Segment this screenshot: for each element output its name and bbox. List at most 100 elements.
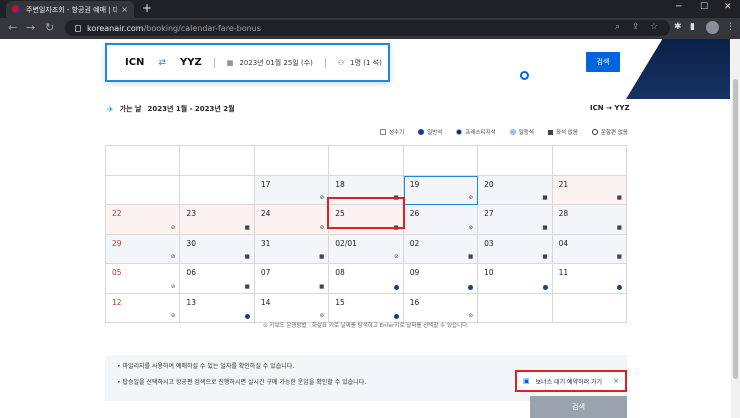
calendar-day-cell[interactable]: 14 ⊘ — [254, 293, 330, 323]
day-number: 03 — [484, 238, 494, 248]
close-icon[interactable]: × — [613, 377, 619, 385]
menu-kebab-icon[interactable]: ⋮ — [726, 22, 735, 32]
calendar-day-cell[interactable]: 09 — [403, 264, 479, 294]
page-scrollbar[interactable] — [731, 39, 740, 418]
no-flight-icon: ⊘ — [170, 313, 176, 319]
date-field[interactable]: ▦ 2023년 01월 25일 (수) — [227, 58, 313, 68]
legend-first: 일등석 — [509, 128, 534, 136]
day-number: 05 — [112, 268, 122, 277]
bottom-search-button[interactable]: 검색 — [530, 396, 627, 418]
calendar-day-cell[interactable]: 08 — [329, 264, 404, 294]
browser-tabbar: 주변일자조회 - 항공권 예매 | 대한 × + ─ ☐ ✕ — [0, 0, 740, 18]
calendar-day-cell[interactable]: 02 ■ — [403, 234, 479, 264]
calendar-day-cell[interactable]: 26 ⊘ — [403, 205, 479, 235]
reload-icon[interactable]: ↻ — [45, 21, 54, 34]
day-number: 12 — [112, 297, 122, 307]
window-close-button[interactable]: ✕ — [724, 2, 732, 12]
tab-close-icon[interactable]: × — [121, 5, 128, 14]
header-circle-icon — [520, 71, 529, 80]
no-seat-icon: ■ — [616, 195, 622, 201]
calendar-day-cell[interactable]: 17 ⊘ — [254, 175, 330, 205]
calendar-day-cell[interactable]: 23 ■ — [180, 205, 255, 235]
calendar-empty-cell — [106, 146, 181, 176]
window-minimize-button[interactable]: ─ — [676, 2, 681, 12]
calendar-day-cell[interactable]: 25 ■ — [329, 205, 404, 235]
peak-checkbox-icon[interactable] — [380, 129, 386, 135]
calendar-empty-cell — [552, 293, 627, 323]
person-icon: ⚇ — [337, 58, 345, 67]
back-icon[interactable]: ← — [8, 21, 17, 34]
forward-icon[interactable]: → — [26, 21, 35, 34]
new-tab-button[interactable]: + — [142, 1, 152, 15]
no-seat-icon: ■ — [319, 283, 325, 290]
window-maximize-button[interactable]: ☐ — [700, 2, 708, 12]
calendar-day-cell[interactable]: 11 — [552, 264, 627, 294]
calendar-day-cell[interactable]: 03 ■ — [478, 234, 553, 264]
calendar-day-cell[interactable]: 15 — [329, 293, 404, 323]
destination-airport[interactable]: YYZ — [180, 57, 202, 68]
calendar-empty-cell — [180, 146, 255, 176]
calendar-day-cell[interactable]: 27 ■ — [478, 205, 553, 235]
sidepanel-icon[interactable]: ▮ — [690, 22, 695, 32]
no-flight-icon — [591, 129, 598, 135]
passenger-field[interactable]: ⚇ 1명 (1 석) — [338, 58, 382, 68]
day-number: 27 — [484, 209, 494, 218]
browser-tab[interactable]: 주변일자조회 - 항공권 예매 | 대한 × — [6, 1, 134, 18]
extensions-icon[interactable]: ✱ — [674, 22, 682, 32]
calendar-day-cell[interactable]: 04 ■ — [552, 234, 627, 264]
bonus-waitlist-banner[interactable]: ▣ 보너스 대기 예약하러 가기 × — [515, 370, 627, 392]
profile-avatar[interactable] — [706, 21, 719, 34]
day-number: 18 — [335, 179, 345, 189]
economy-available-dot-icon — [393, 314, 399, 319]
calendar-day-cell[interactable]: 05 ⊘ — [106, 264, 181, 294]
no-flight-icon: ⊘ — [468, 224, 474, 231]
calendar-day-cell[interactable]: 29 ⊘ — [106, 234, 181, 264]
calendar-day-cell[interactable]: 10 — [478, 264, 553, 294]
origin-airport[interactable]: ICN — [125, 57, 144, 68]
calendar-day-cell[interactable]: 21 ■ — [552, 175, 627, 205]
calendar-day-cell[interactable]: 12 ⊘ — [106, 293, 181, 323]
calendar-day-cell[interactable]: 31 ■ — [254, 234, 330, 264]
korean-air-favicon-icon — [12, 5, 21, 14]
calendar-day-cell[interactable]: 18 ■ — [329, 175, 404, 205]
day-number: 31 — [260, 238, 271, 248]
calendar-day-cell[interactable]: 30 ■ — [180, 234, 255, 264]
day-number: 15 — [335, 297, 345, 307]
day-number: 23 — [186, 209, 196, 218]
calendar-day-cell[interactable]: 06 ■ — [180, 264, 255, 294]
no-seat-icon: ■ — [244, 254, 250, 260]
day-number: 13 — [186, 297, 196, 307]
bonus-icon: ▣ — [523, 377, 530, 385]
search-button[interactable]: 검색 — [586, 52, 620, 72]
day-number: 20 — [484, 179, 494, 189]
no-flight-icon: ⊘ — [170, 224, 176, 231]
legend-peak[interactable]: 성수기 — [380, 128, 404, 136]
calendar-day-cell[interactable]: 02/01 ⊘ — [329, 234, 404, 264]
calendar-day-cell[interactable]: 20 ■ — [478, 175, 553, 205]
economy-available-dot-icon — [244, 314, 250, 319]
address-bar[interactable]: koreanair.com/booking/calendar-fare-bonu… — [65, 20, 670, 36]
legend-no-seat: 좌석 없음 — [547, 128, 578, 136]
day-number: 24 — [260, 209, 271, 218]
calendar-day-cell[interactable]: 16 ⊘ — [403, 293, 479, 323]
search-summary-box[interactable]: ICN ⇄ YYZ ▦ 2023년 01월 25일 (수) ⚇ 1명 (1 석) — [105, 43, 390, 82]
calendar-day-cell[interactable]: 28 ■ — [552, 205, 627, 235]
bookmark-star-icon[interactable]: ☆ — [650, 22, 658, 32]
economy-available-dot-icon — [617, 284, 622, 290]
calendar-day-cell[interactable]: 13 — [180, 293, 255, 323]
bonus-waitlist-link[interactable]: 보너스 대기 예약하러 가기 — [536, 377, 602, 386]
day-number: 07 — [260, 268, 271, 277]
day-number: 02/01 — [335, 238, 357, 248]
scrollbar-thumb[interactable] — [733, 79, 738, 379]
no-seat-icon: ■ — [542, 224, 548, 231]
calendar-day-cell[interactable]: 22 ⊘ — [106, 205, 181, 235]
zoom-icon[interactable]: ⌕ — [615, 22, 620, 32]
calendar-day-cell[interactable]: 19 ⊘ — [403, 175, 479, 205]
calendar-day-cell[interactable]: 07 ■ — [254, 264, 330, 294]
economy-available-dot-icon — [393, 284, 399, 290]
calendar-day-cell[interactable]: 24 ⊘ — [254, 205, 330, 235]
header-navy-graphic — [626, 39, 730, 99]
share-icon[interactable]: ⇪ — [632, 22, 640, 32]
swap-route-icon[interactable]: ⇄ — [158, 58, 166, 68]
calendar-empty-cell — [478, 293, 553, 323]
